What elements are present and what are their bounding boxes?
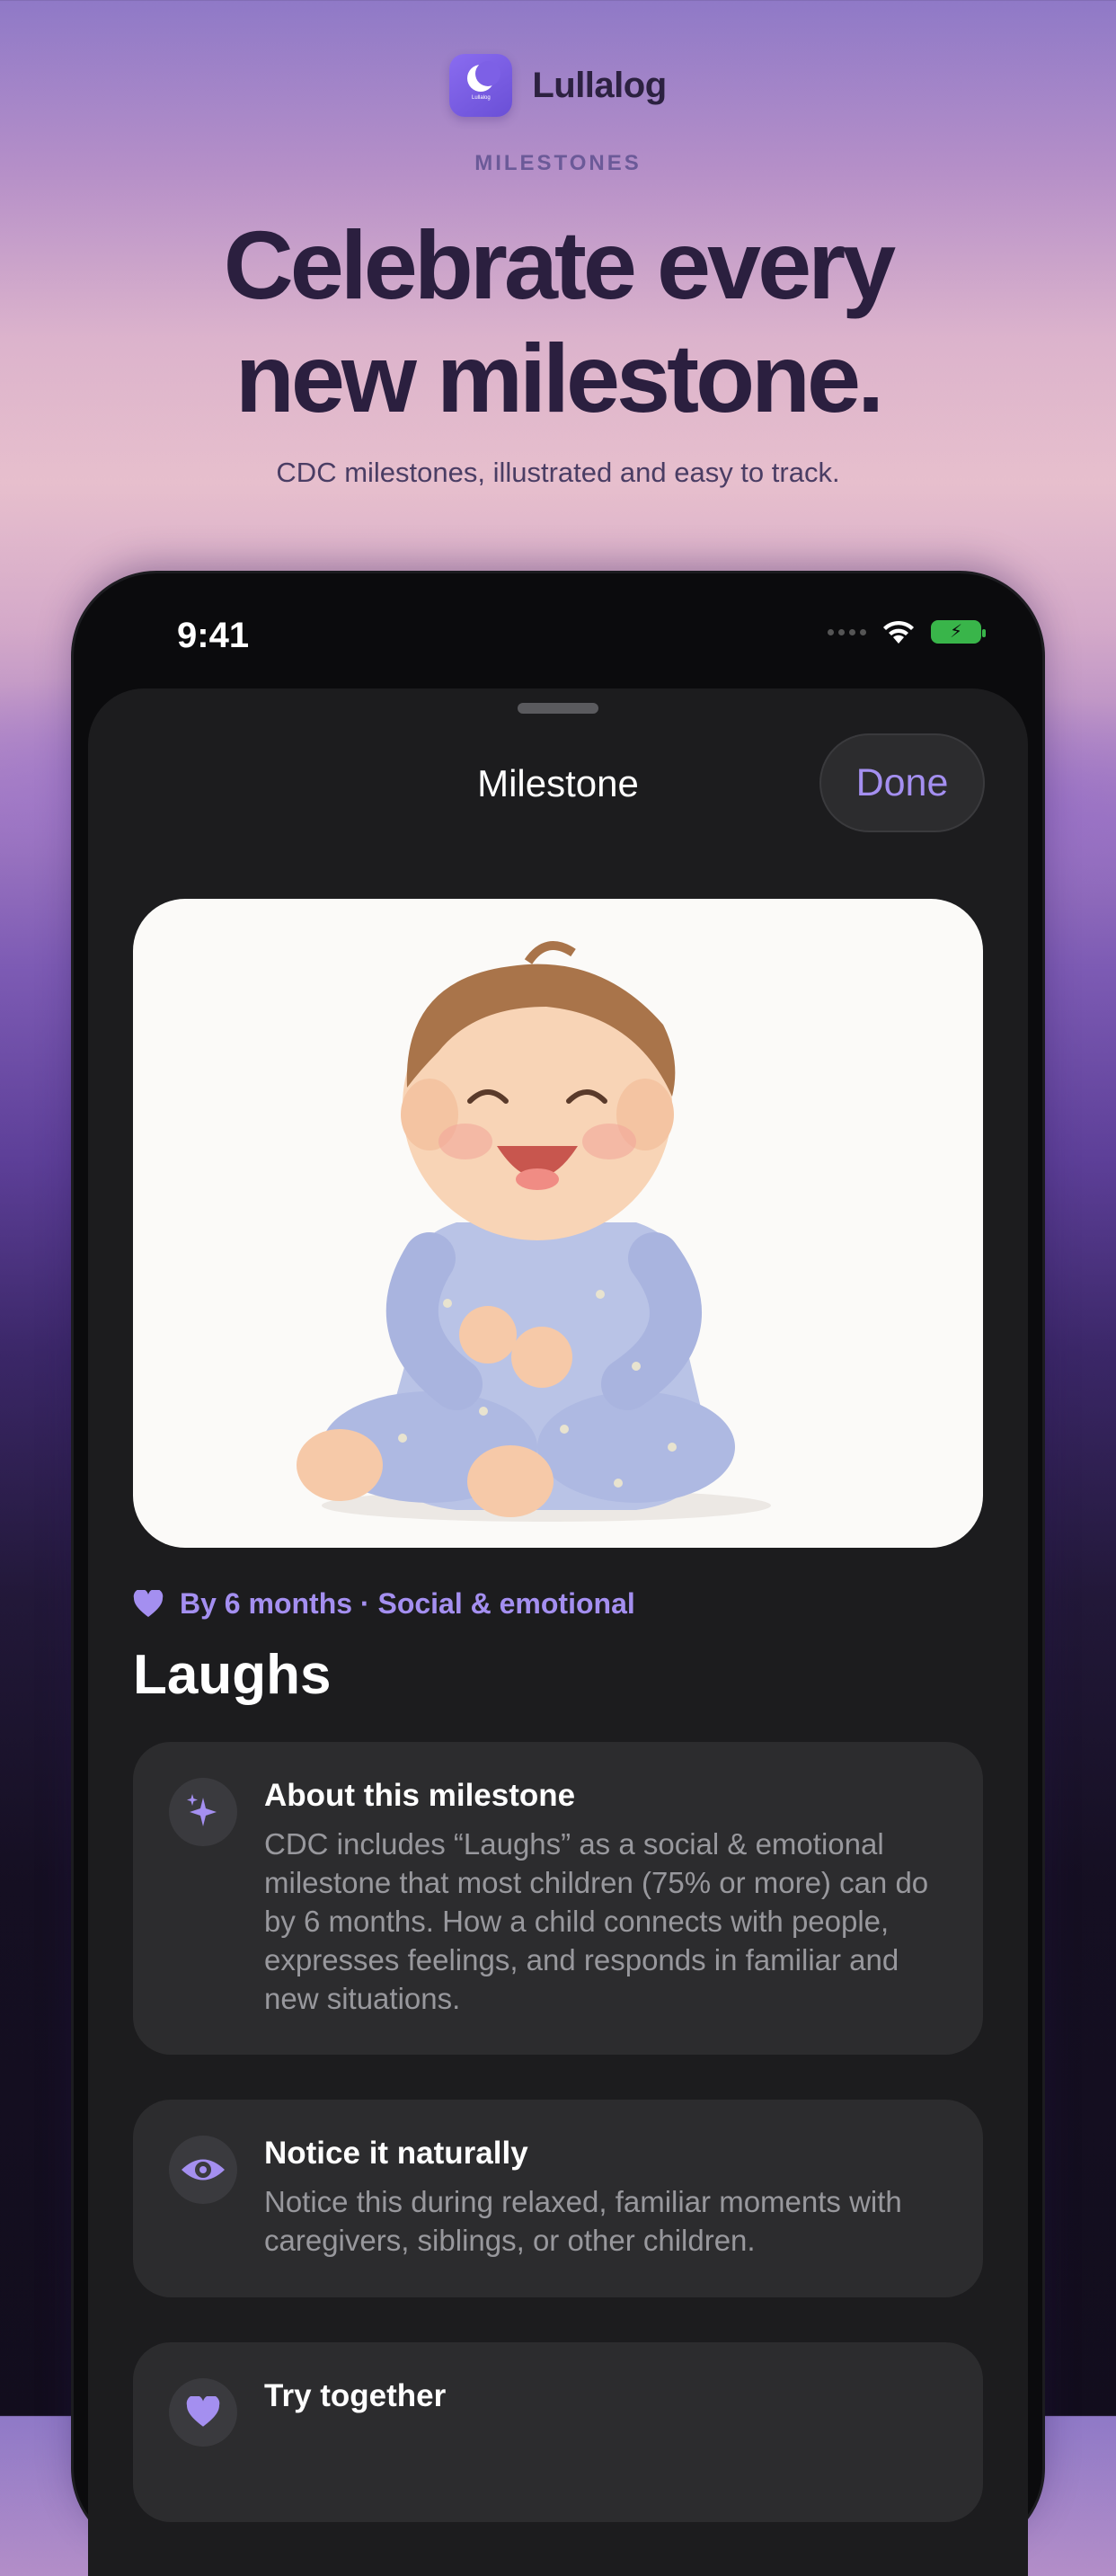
signal-dots-icon xyxy=(828,628,866,635)
card-title: About this milestone xyxy=(264,1778,576,1813)
eye-icon xyxy=(169,2136,237,2204)
device-frame: 9:41 ⚡ Milestone Done By 6 months · Soci… xyxy=(74,573,1042,2576)
milestone-name: Laughs xyxy=(133,1644,332,1706)
milestone-illustration xyxy=(133,899,983,1548)
card-title: Notice it naturally xyxy=(264,2136,528,2171)
card-body: Notice this during relaxed, familiar mom… xyxy=(264,2185,902,2257)
card-body: CDC includes “Laughs” as a social & emot… xyxy=(264,1827,929,2015)
heart-icon xyxy=(133,1589,164,1617)
headline-line-1: Celebrate every xyxy=(223,210,897,319)
app-icon-caption: Lullalog xyxy=(471,95,491,101)
baby-laughing-illustration xyxy=(297,941,771,1522)
try-together-card: Try together xyxy=(133,2342,983,2522)
sparkles-icon xyxy=(169,1778,237,1846)
about-card: About this milestone CDC includes “Laugh… xyxy=(133,1742,983,2055)
notice-card: Notice it naturally Notice this during r… xyxy=(133,2100,983,2297)
status-time: 9:41 xyxy=(177,616,250,655)
headline-line-2: new milestone. xyxy=(235,324,884,432)
card-title: Try together xyxy=(264,2378,447,2413)
subheadline: CDC milestones, illustrated and easy to … xyxy=(276,457,840,488)
wifi-icon xyxy=(883,620,914,644)
brand-header: Lullalog Lullalog xyxy=(0,54,1116,117)
milestone-meta: By 6 months · Social & emotional xyxy=(133,1587,635,1621)
app-icon: Lullalog xyxy=(449,54,513,117)
status-indicators: ⚡ xyxy=(828,618,986,645)
milestone-sheet: Milestone Done By 6 months · Social & em… xyxy=(88,688,1028,2576)
milestone-age-category: By 6 months · Social & emotional xyxy=(180,1587,635,1620)
app-name: Lullalog xyxy=(532,65,667,105)
battery-charging-icon: ⚡ xyxy=(931,620,986,644)
headline: Celebrate every new milestone. xyxy=(0,209,1116,435)
sheet-grabber[interactable] xyxy=(518,703,598,714)
section-eyebrow: MILESTONES xyxy=(474,151,642,175)
heart-icon xyxy=(169,2378,237,2447)
done-button[interactable]: Done xyxy=(819,733,985,832)
